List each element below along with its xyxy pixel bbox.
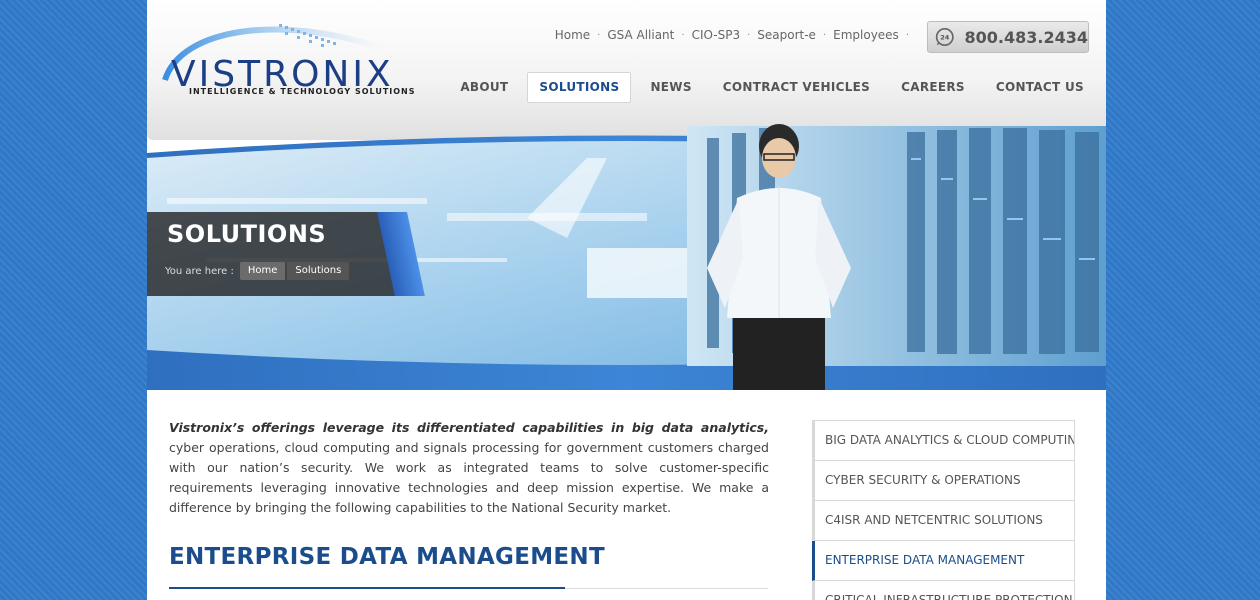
separator-dot: · [747, 29, 751, 41]
phone-badge-text: 24 [940, 33, 950, 41]
sidebar-item-cyber-security[interactable]: CYBER SECURITY & OPERATIONS [812, 461, 1075, 501]
nav-careers[interactable]: CAREERS [889, 72, 977, 103]
toplink-cio-sp3[interactable]: CIO-SP3 [692, 28, 741, 42]
intro-lead: Vistronix’s offerings leverage its diffe… [169, 420, 769, 435]
sidebar-item-critical-infrastructure[interactable]: CRITICAL INFRASTRUCTURE PROTECTION [812, 581, 1075, 600]
section-divider-accent [169, 587, 565, 589]
separator-dot: · [597, 29, 601, 41]
phone-24-icon: 24 [935, 28, 954, 46]
nav-news[interactable]: NEWS [638, 72, 703, 103]
page-title: SOLUTIONS [167, 220, 327, 248]
main-content: Vistronix’s offerings leverage its diffe… [169, 418, 769, 518]
separator-dot: · [681, 29, 685, 41]
main-nav: ABOUT SOLUTIONS NEWS CONTRACT VEHICLES C… [441, 72, 1096, 103]
nav-about[interactable]: ABOUT [448, 72, 520, 103]
phone-number-box[interactable]: 24 800.483.2434 [927, 21, 1089, 53]
separator-dot: · [822, 29, 827, 41]
toplink-seaport-e[interactable]: Seaport-e [757, 28, 816, 42]
intro-body: cyber operations, cloud computing and si… [169, 440, 769, 515]
intro-paragraph: Vistronix’s offerings leverage its diffe… [169, 418, 769, 518]
nav-contract-vehicles[interactable]: CONTRACT VEHICLES [711, 72, 882, 103]
sidebar-item-big-data[interactable]: BIG DATA ANALYTICS & CLOUD COMPUTING [812, 420, 1075, 461]
phone-number: 800.483.2434 [964, 27, 1088, 47]
solutions-sidebar: BIG DATA ANALYTICS & CLOUD COMPUTING CYB… [812, 420, 1075, 600]
breadcrumb-solutions: Solutions [287, 262, 350, 280]
sidebar-item-enterprise-data[interactable]: ENTERPRISE DATA MANAGEMENT [812, 541, 1075, 581]
page-title-box: SOLUTIONS You are here : Home Solutions [147, 212, 425, 296]
section-divider [169, 587, 768, 589]
toplink-gsa-alliant[interactable]: GSA Alliant [607, 28, 674, 42]
logo[interactable]: VISTRONIX INTELLIGENCE & TECHNOLOGY SOLU… [161, 18, 451, 108]
breadcrumb: You are here : Home Solutions [165, 262, 351, 280]
toplink-home[interactable]: Home [555, 28, 590, 42]
separator-dot: · [905, 29, 909, 41]
toplink-employees[interactable]: Employees [833, 28, 899, 42]
sidebar-item-c4isr[interactable]: C4ISR AND NETCENTRIC SOLUTIONS [812, 501, 1075, 541]
page-container: VISTRONIX INTELLIGENCE & TECHNOLOGY SOLU… [147, 0, 1106, 600]
utility-links: Home · GSA Alliant · CIO-SP3 · Seaport-e… [555, 27, 916, 43]
nav-solutions[interactable]: SOLUTIONS [527, 72, 632, 103]
section-title: ENTERPRISE DATA MANAGEMENT [169, 544, 605, 570]
logo-tagline: INTELLIGENCE & TECHNOLOGY SOLUTIONS [189, 87, 416, 96]
nav-contact-us[interactable]: CONTACT US [984, 72, 1096, 103]
breadcrumb-home[interactable]: Home [239, 262, 286, 280]
breadcrumb-label: You are here : [165, 265, 234, 277]
